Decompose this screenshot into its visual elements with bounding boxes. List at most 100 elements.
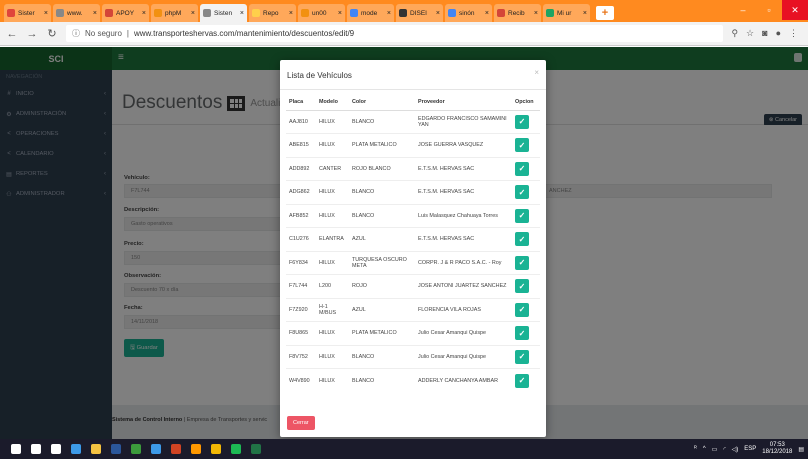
extension-icon[interactable]: ◙ bbox=[762, 28, 767, 39]
tab-label: Recib bbox=[508, 9, 525, 17]
tab-label: DISEI bbox=[410, 9, 427, 17]
maximize-button[interactable]: ▫ bbox=[756, 0, 782, 20]
select-vehicle-button[interactable]: ✓ bbox=[515, 208, 529, 223]
excel-icon[interactable] bbox=[246, 439, 266, 459]
plate-cell: W4V890 bbox=[286, 368, 316, 392]
task-view-icon[interactable] bbox=[46, 439, 66, 459]
info-icon[interactable]: ⓘ bbox=[72, 28, 80, 39]
tab-favicon-icon bbox=[105, 9, 113, 17]
tab-close-icon[interactable]: × bbox=[436, 10, 440, 17]
color-cell: BLANCO bbox=[349, 203, 415, 228]
tab-close-icon[interactable]: × bbox=[583, 10, 587, 17]
tab-favicon-icon bbox=[497, 9, 505, 17]
green-app-icon[interactable] bbox=[126, 439, 146, 459]
table-row: ADD892 CANTER ROJO BLANCO E.T.S.M. HERVAS S… bbox=[286, 156, 540, 181]
tab-close-icon[interactable]: × bbox=[289, 10, 293, 17]
table-row: F7Z920 H-1 M/BUS AZUL FLORENCIA VILA ROJAS ✓ bbox=[286, 297, 540, 322]
language-indicator[interactable]: ESP bbox=[744, 446, 756, 452]
tab-favicon-icon bbox=[546, 9, 554, 17]
clock[interactable]: 07:53 18/12/2018 bbox=[762, 442, 792, 456]
browser-tab[interactable]: Sisten × bbox=[200, 4, 247, 22]
chrome-icon[interactable] bbox=[206, 439, 226, 459]
search-icon[interactable] bbox=[26, 439, 46, 459]
model-cell: CANTER bbox=[316, 156, 349, 181]
wifi-icon[interactable]: ◜ bbox=[723, 446, 725, 453]
network-icon[interactable]: ▭ bbox=[712, 446, 718, 453]
color-cell: BLANCO bbox=[349, 344, 415, 369]
model-cell: HILUX bbox=[316, 344, 349, 369]
sublime-icon[interactable] bbox=[186, 439, 206, 459]
store-icon[interactable] bbox=[146, 439, 166, 459]
dropbox-icon[interactable] bbox=[66, 439, 86, 459]
powerpoint-icon[interactable] bbox=[166, 439, 186, 459]
browser-tab[interactable]: Repo × bbox=[249, 4, 296, 22]
url-input[interactable]: ⓘ No seguro | www.transporteshervas.com/… bbox=[66, 25, 724, 42]
browser-tab[interactable]: DISEI × bbox=[396, 4, 443, 22]
browser-tab[interactable]: Sister × bbox=[4, 4, 51, 22]
modal-close-icon[interactable]: × bbox=[534, 68, 539, 77]
browser-tab[interactable]: sinón × bbox=[445, 4, 492, 22]
select-vehicle-button[interactable]: ✓ bbox=[515, 302, 529, 317]
reload-icon[interactable]: ↻ bbox=[46, 27, 58, 40]
tab-close-icon[interactable]: × bbox=[142, 10, 146, 17]
select-vehicle-button[interactable]: ✓ bbox=[515, 279, 529, 294]
tab-close-icon[interactable]: × bbox=[240, 10, 244, 17]
url-text: www.transporteshervas.com/mantenimiento/… bbox=[134, 29, 355, 38]
table-row: F6Y834 HILUX TURQUESA OSCURO META CORPR. J … bbox=[286, 250, 540, 275]
tab-close-icon[interactable]: × bbox=[93, 10, 97, 17]
close-window-button[interactable]: ✕ bbox=[782, 0, 808, 20]
select-vehicle-button[interactable]: ✓ bbox=[515, 138, 529, 153]
select-vehicle-button[interactable]: ✓ bbox=[515, 373, 529, 388]
select-vehicle-button[interactable]: ✓ bbox=[515, 349, 529, 364]
browser-tab[interactable]: Recib × bbox=[494, 4, 541, 22]
bookmark-star-icon[interactable]: ☆ bbox=[746, 28, 754, 39]
back-arrow-icon[interactable]: ← bbox=[6, 28, 18, 40]
browser-tabstrip: Sister × www. × APOY × phpM × Sisten × Repo × un00 × m… bbox=[0, 0, 808, 22]
select-vehicle-button[interactable]: ✓ bbox=[515, 161, 529, 176]
volume-icon[interactable]: ◁) bbox=[732, 446, 739, 453]
minimize-button[interactable]: – bbox=[730, 0, 756, 20]
tab-label: sinón bbox=[459, 9, 475, 17]
browser-tab[interactable]: APOY × bbox=[102, 4, 149, 22]
clock-date: 18/12/2018 bbox=[762, 449, 793, 455]
tab-close-icon[interactable]: × bbox=[534, 10, 538, 17]
option-cell: ✓ bbox=[512, 227, 540, 251]
color-cell: BLANCO bbox=[349, 368, 415, 392]
spotify-icon[interactable] bbox=[226, 439, 246, 459]
window-controls: – ▫ ✕ bbox=[730, 0, 808, 20]
menu-kebab-icon[interactable]: ⋮ bbox=[789, 28, 798, 39]
provider-cell: E.T.S.M. HERVAS SAC bbox=[415, 180, 512, 204]
notifications-icon[interactable]: ▤ bbox=[798, 446, 804, 453]
browser-tab[interactable]: www. × bbox=[53, 4, 100, 22]
browser-tab[interactable]: un00 × bbox=[298, 4, 345, 22]
tray-chevron-icon[interactable]: ^ bbox=[703, 446, 706, 452]
file-explorer-icon[interactable] bbox=[86, 439, 106, 459]
browser-tab[interactable]: mode × bbox=[347, 4, 394, 22]
tab-close-icon[interactable]: × bbox=[387, 10, 391, 17]
close-modal-button[interactable]: Cerrar bbox=[287, 416, 315, 430]
tab-close-icon[interactable]: × bbox=[191, 10, 195, 17]
model-cell: ELANTRA bbox=[316, 227, 349, 251]
select-vehicle-button[interactable]: ✓ bbox=[515, 232, 529, 247]
tab-label: phpM bbox=[165, 9, 182, 17]
forward-arrow-icon[interactable]: → bbox=[26, 28, 38, 40]
select-vehicle-button[interactable]: ✓ bbox=[515, 185, 529, 200]
provider-cell: FLORENCIA VILA ROJAS bbox=[415, 297, 512, 322]
new-tab-button[interactable]: + bbox=[596, 6, 614, 20]
tab-close-icon[interactable]: × bbox=[44, 10, 48, 17]
browser-tab[interactable]: phpM × bbox=[151, 4, 198, 22]
provider-cell: JOSE ANTONI JUARTEZ SANCHEZ bbox=[415, 274, 512, 298]
word-icon[interactable] bbox=[106, 439, 126, 459]
windows-start-icon[interactable] bbox=[6, 439, 26, 459]
people-icon[interactable]: ᴿ bbox=[694, 446, 697, 452]
browser-tab[interactable]: Mi ur × bbox=[543, 4, 590, 22]
select-vehicle-button[interactable]: ✓ bbox=[515, 255, 529, 270]
tab-close-icon[interactable]: × bbox=[338, 10, 342, 17]
tab-close-icon[interactable]: × bbox=[485, 10, 489, 17]
select-vehicle-button[interactable]: ✓ bbox=[515, 326, 529, 341]
select-vehicle-button[interactable]: ✓ bbox=[515, 114, 529, 129]
zoom-icon[interactable]: ⚲ bbox=[731, 28, 738, 39]
table-row: AFB852 HILUX BLANCO Luis Malasquez Chahuaya… bbox=[286, 203, 540, 228]
profile-icon[interactable]: ● bbox=[776, 28, 781, 39]
option-cell: ✓ bbox=[512, 321, 540, 345]
